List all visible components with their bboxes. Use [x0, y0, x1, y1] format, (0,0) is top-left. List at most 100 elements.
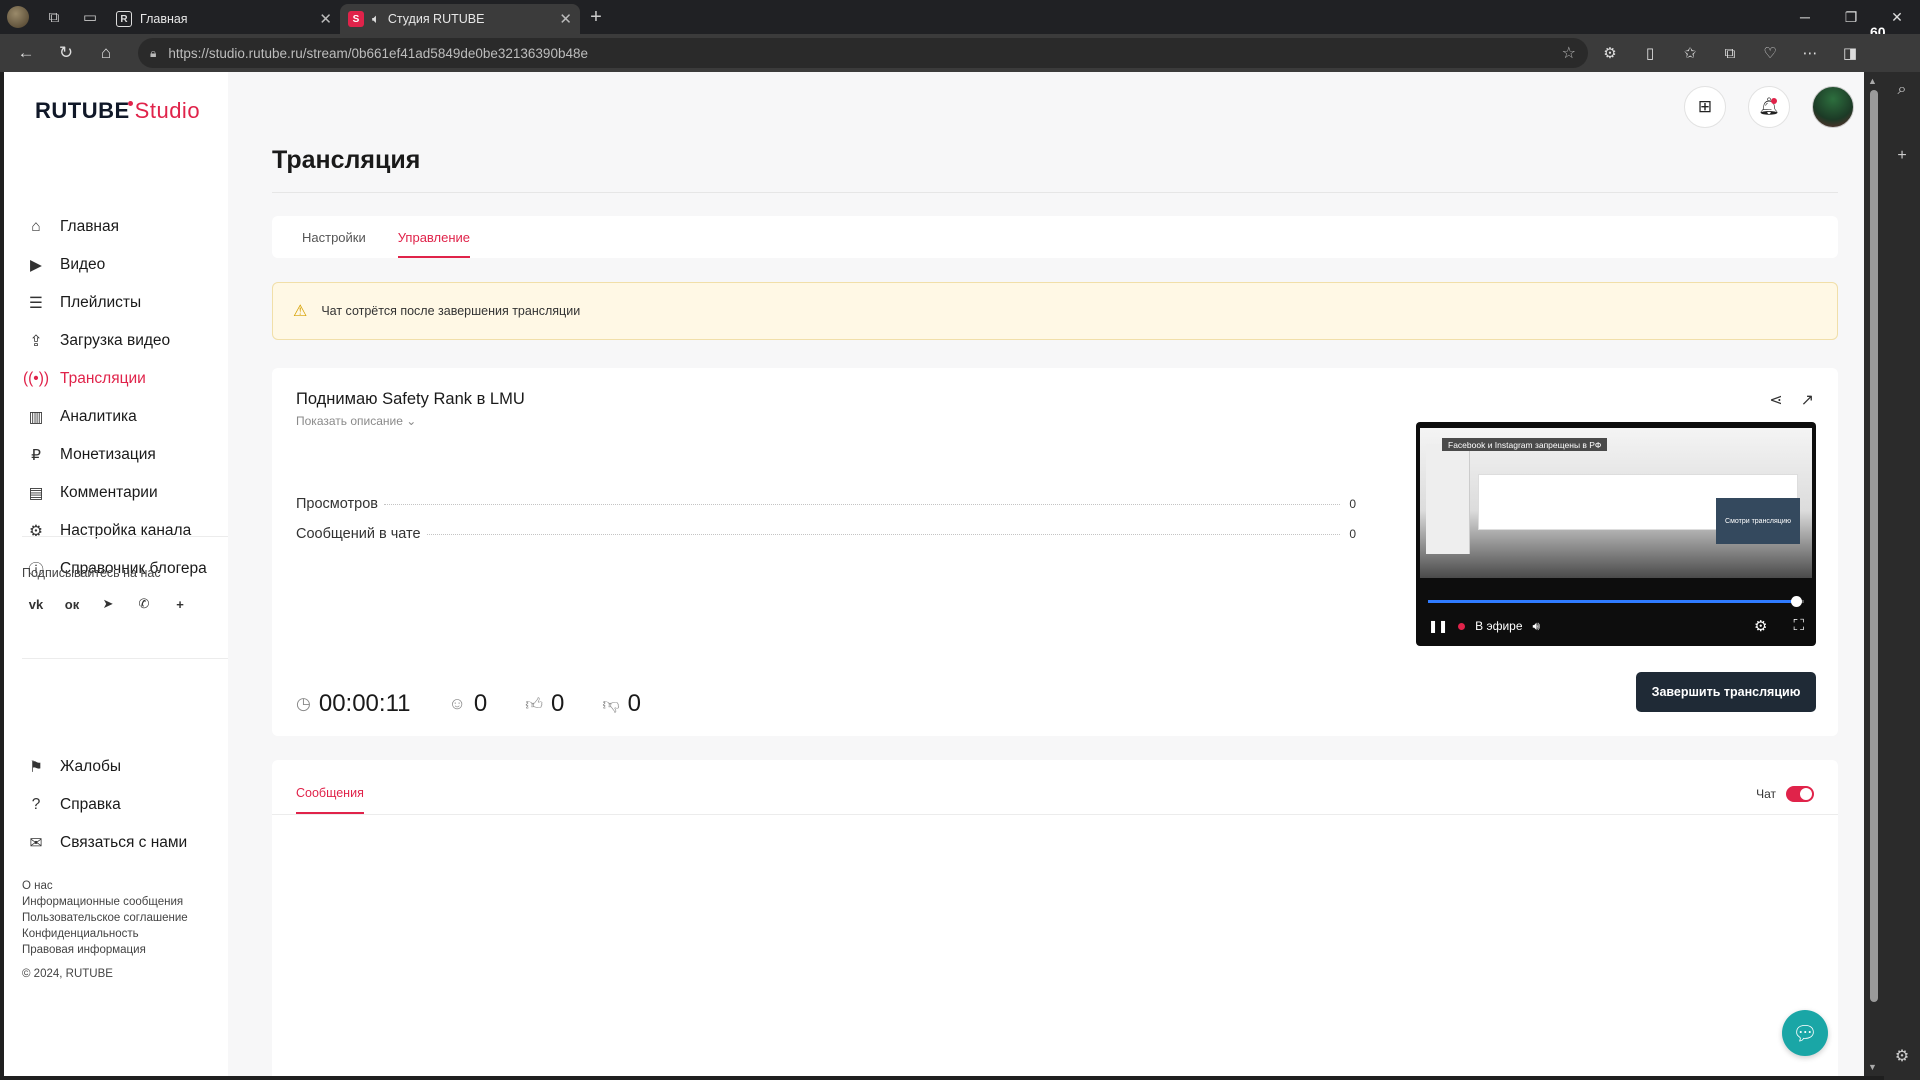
duration-metric: ◷ 00:00:11: [296, 690, 410, 718]
player-right-controls: ⚙ ⛶: [1754, 617, 1804, 635]
sidebar-secondary-menu: ⚑ Жалобы ? Справка ✉ Связаться с нами: [24, 748, 224, 862]
progress-fill: [1428, 600, 1797, 603]
url-field[interactable]: 🔒︎ https://studio.rutube.ru/stream/0b661…: [138, 38, 1588, 68]
scroll-up-icon[interactable]: ▲: [1868, 76, 1877, 86]
notifications-button[interactable]: 🔔︎: [1748, 86, 1790, 128]
footer-link[interactable]: Информационные сообщения: [22, 894, 188, 910]
ok-icon[interactable]: ок: [58, 590, 86, 618]
browser-profile-avatar[interactable]: [0, 0, 36, 34]
settings-gear-icon[interactable]: ⚙: [1754, 617, 1767, 635]
sidebar-item-video[interactable]: ▶ Видео: [24, 246, 224, 284]
speaker-icon[interactable]: 🔈︎: [372, 11, 380, 27]
stream-preview-player[interactable]: Смотри трансляцию Facebook и Instagram з…: [1416, 422, 1816, 646]
browser-essentials-icon[interactable]: ♡: [1752, 38, 1788, 68]
sidebar-item-home[interactable]: ⌂ Главная: [24, 208, 224, 246]
close-tab-icon[interactable]: ✕: [559, 10, 572, 28]
duration-value: 00:00:11: [318, 690, 411, 717]
sidebar-item-channel-settings[interactable]: ⚙ Настройка канала: [24, 512, 224, 550]
volume-icon[interactable]: 🔊︎: [1533, 619, 1541, 634]
favorites-icon[interactable]: ✩: [1672, 38, 1708, 68]
pause-icon[interactable]: ❚❚: [1428, 619, 1448, 633]
sidebar-item-comments[interactable]: ▤ Комментарии: [24, 474, 224, 512]
tab-messages[interactable]: Сообщения: [296, 772, 364, 814]
stat-chat-messages-row: Сообщений в чате 0: [296, 526, 1356, 542]
sidebar-item-label: Настройка канала: [60, 522, 192, 539]
sidebar-item-help[interactable]: ? Справка: [24, 786, 224, 824]
reload-icon[interactable]: ↻: [48, 38, 84, 68]
footer-link[interactable]: Пользовательское соглашение: [22, 910, 188, 926]
sidebar-item-playlists[interactable]: ☰ Плейлисты: [24, 284, 224, 322]
split-screen-icon[interactable]: ▯: [1632, 38, 1668, 68]
logo-dot: [127, 101, 133, 106]
extensions-icon[interactable]: ⚙: [1592, 38, 1628, 68]
mail-icon: ✉: [29, 834, 43, 852]
share-icon[interactable]: ⋖: [1769, 390, 1782, 410]
support-chat-button[interactable]: 💬︎: [1782, 1010, 1828, 1056]
rutube-studio-logo[interactable]: RUTUBE Studio: [35, 98, 200, 124]
likes-value: 0: [550, 690, 565, 717]
close-tab-icon[interactable]: ✕: [319, 10, 332, 28]
tab-settings[interactable]: Настройки: [302, 216, 366, 258]
tab-actions-icon[interactable]: ▭: [72, 0, 108, 34]
new-tab-button[interactable]: +: [580, 6, 612, 29]
collections-icon[interactable]: ⧉: [1712, 38, 1748, 68]
stat-label: Просмотров: [296, 496, 378, 512]
edge-settings-icon[interactable]: ⚙: [1884, 1038, 1920, 1074]
browser-tab-studio[interactable]: S 🔈︎ Студия RUTUBE ✕: [340, 4, 580, 34]
sidebar-item-complaints[interactable]: ⚑ Жалобы: [24, 748, 224, 786]
browser-tab-home[interactable]: R Главная ✕: [108, 4, 340, 34]
dotted-leader: [384, 504, 1340, 505]
end-stream-button[interactable]: Завершить трансляцию: [1636, 672, 1816, 712]
viber-icon[interactable]: ✆: [130, 590, 158, 618]
avatar[interactable]: [1812, 86, 1854, 128]
profile-picture: [7, 6, 29, 28]
settings-icon: ⚙: [29, 522, 43, 540]
page-scrollbar[interactable]: ▲ ▼: [1864, 72, 1884, 1076]
sidebar-item-broadcasts[interactable]: ((•)) Трансляции: [23, 360, 224, 398]
comments-icon: ▤: [28, 484, 44, 502]
close-window-icon[interactable]: ✕: [1874, 9, 1920, 26]
sidebar-item-monetization[interactable]: ₽ Монетизация: [24, 436, 224, 474]
telegram-icon[interactable]: ➤: [94, 590, 122, 618]
sidebar-menu: ⌂ Главная ▶ Видео ☰ Плейлисты ⇪ Загрузка вид…: [23, 208, 224, 588]
home-browser-icon[interactable]: ⌂: [88, 38, 124, 68]
external-link-icon[interactable]: ↗: [1801, 390, 1814, 410]
lock-icon[interactable]: 🔒︎: [150, 46, 156, 61]
add-content-button[interactable]: ⊞: [1684, 86, 1726, 128]
favorite-star-icon[interactable]: ☆: [1562, 43, 1576, 63]
sidebar-toggle-icon[interactable]: ◨: [1832, 38, 1868, 68]
search-icon[interactable]: ⌕: [1884, 72, 1920, 108]
chat-switch[interactable]: [1786, 786, 1814, 802]
back-icon[interactable]: ←: [8, 38, 44, 68]
progress-knob[interactable]: [1791, 596, 1803, 607]
sidebar-item-label: Аналитика: [60, 408, 137, 425]
stream-title: Поднимаю Safety Rank в LMU: [296, 390, 525, 408]
scroll-down-icon[interactable]: ▼: [1868, 1062, 1877, 1072]
sidebar: RUTUBE Studio ⌂ Главная ▶ Видео ☰ Плейлисты …: [4, 72, 228, 1076]
footer-link[interactable]: О нас: [22, 878, 188, 894]
more-icon[interactable]: +: [166, 590, 194, 618]
tab-management[interactable]: Управление: [397, 216, 471, 258]
show-description-link[interactable]: Показать описание ⌄: [296, 414, 416, 428]
player-progress[interactable]: [1428, 596, 1804, 607]
plus-square-icon: ⊞: [1697, 97, 1713, 116]
sidebar-item-upload[interactable]: ⇪ Загрузка видео: [24, 322, 224, 360]
chat-bubble-icon: 💬︎: [1792, 1022, 1818, 1045]
fullscreen-icon[interactable]: ⛶: [1793, 617, 1804, 635]
viewers-icon: ☺: [448, 694, 466, 713]
workspaces-icon[interactable]: ⧉: [36, 0, 72, 34]
browser-tab-title: Главная: [140, 12, 188, 26]
vk-icon[interactable]: vk: [22, 590, 50, 618]
minimize-icon[interactable]: ─: [1782, 9, 1828, 26]
scrollbar-thumb[interactable]: [1870, 90, 1878, 1002]
sidebar-item-analytics[interactable]: ▥ Аналитика: [24, 398, 224, 436]
sidebar-item-contact[interactable]: ✉ Связаться с нами: [24, 824, 224, 862]
rutube-favicon-icon: R: [116, 11, 132, 27]
dotted-leader: [426, 534, 1340, 535]
more-options-icon[interactable]: ⋯: [1792, 38, 1828, 68]
restore-icon[interactable]: ❐: [1828, 9, 1874, 26]
add-icon[interactable]: +: [1884, 138, 1920, 174]
window-controls: ─ ❐ ✕: [1782, 9, 1920, 26]
footer-link[interactable]: Правовая информация: [22, 942, 188, 958]
footer-link[interactable]: Конфиденциальность: [22, 926, 188, 942]
